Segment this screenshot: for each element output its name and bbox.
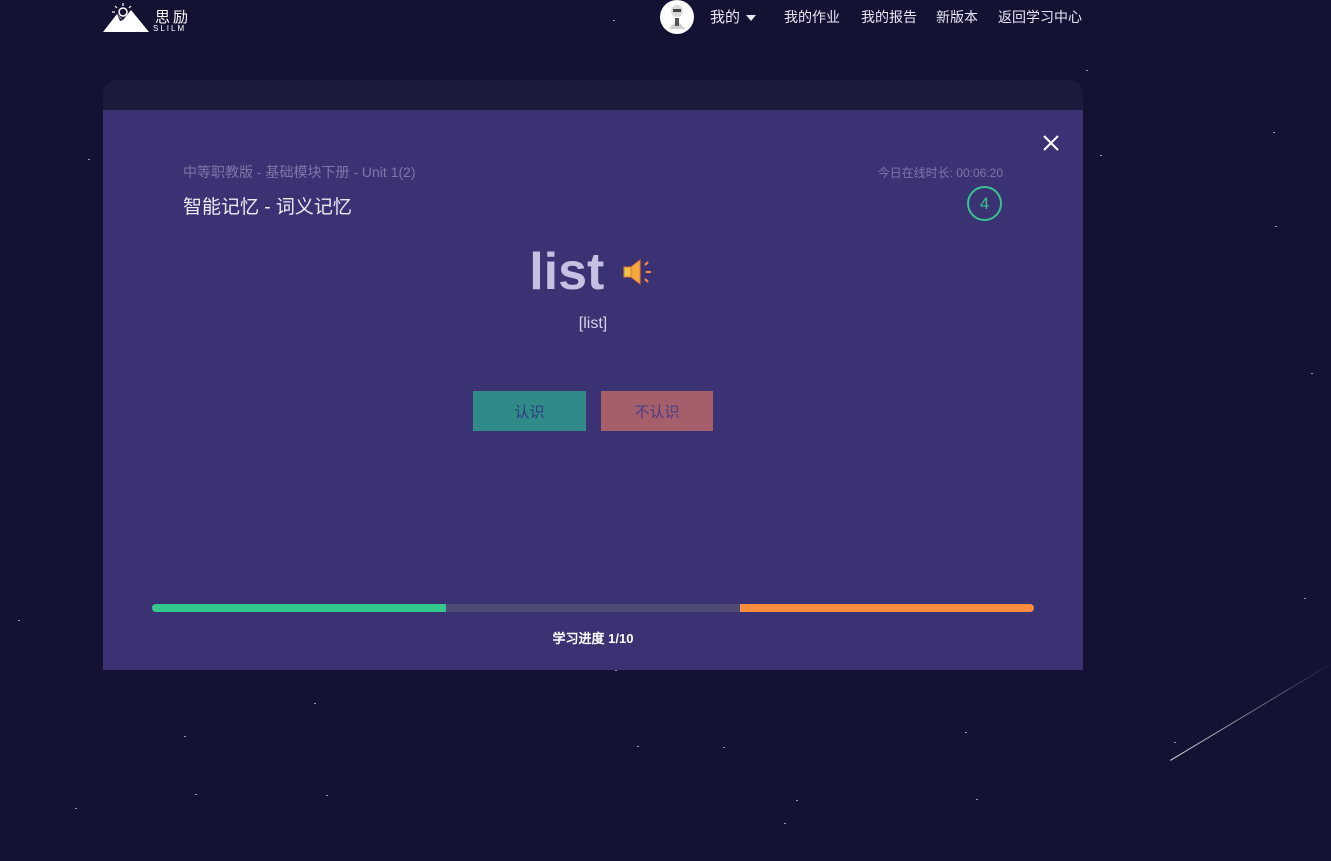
logo[interactable]: 思励 SLILM bbox=[103, 2, 195, 34]
close-button[interactable] bbox=[1040, 132, 1062, 154]
nav-my-homework[interactable]: 我的作业 bbox=[784, 7, 840, 27]
logo-english: SLILM bbox=[153, 24, 187, 33]
breadcrumb: 中等职教版 - 基础模块下册 - Unit 1(2) bbox=[183, 164, 416, 180]
star bbox=[1174, 742, 1176, 743]
star bbox=[796, 800, 798, 801]
star bbox=[1275, 226, 1277, 227]
star bbox=[18, 620, 20, 621]
star bbox=[314, 703, 316, 704]
progress-unknown-segment bbox=[740, 604, 1034, 612]
avatar[interactable] bbox=[660, 0, 694, 34]
my-menu-label: 我的 bbox=[710, 9, 741, 26]
star bbox=[1273, 132, 1275, 133]
star bbox=[1304, 598, 1306, 599]
study-card: 中等职教版 - 基础模块下册 - Unit 1(2) 智能记忆 - 词义记忆 今… bbox=[103, 110, 1083, 670]
speaker-button[interactable] bbox=[621, 254, 657, 290]
card-header-bar bbox=[103, 80, 1083, 110]
word-row: list bbox=[103, 242, 1083, 302]
speaker-icon bbox=[623, 258, 651, 286]
avatar-icon bbox=[669, 5, 685, 29]
star bbox=[723, 747, 725, 748]
star bbox=[615, 670, 617, 671]
mode-title: 智能记忆 - 词义记忆 bbox=[183, 197, 352, 218]
star bbox=[326, 795, 328, 796]
nav-my-report[interactable]: 我的报告 bbox=[861, 7, 917, 27]
star bbox=[195, 794, 197, 795]
star bbox=[965, 732, 967, 733]
nav-new-version[interactable]: 新版本 bbox=[936, 7, 978, 27]
mountain-sun-icon bbox=[103, 3, 149, 32]
star bbox=[75, 808, 77, 809]
nav-back-to-learning-center[interactable]: 返回学习中心 bbox=[998, 7, 1082, 27]
page: 思励 SLILM 我的 我的作业 我的报告 新版本 返回学习中心 中等职教版 -… bbox=[0, 0, 1331, 861]
progress-label: 学习进度 1/10 bbox=[552, 631, 634, 646]
star bbox=[1311, 373, 1313, 374]
star bbox=[1086, 70, 1088, 71]
countdown-counter: 4 bbox=[967, 186, 1002, 221]
word: list bbox=[529, 243, 605, 301]
star bbox=[88, 159, 90, 160]
star bbox=[1100, 155, 1102, 156]
star bbox=[637, 746, 639, 747]
dont-know-button[interactable]: 不认识 bbox=[601, 391, 713, 431]
online-time: 今日在线时长: 00:06:20 bbox=[877, 166, 1003, 180]
star bbox=[784, 823, 786, 824]
star bbox=[976, 799, 978, 800]
know-button[interactable]: 认识 bbox=[473, 391, 586, 431]
close-icon bbox=[1043, 135, 1059, 151]
phonetic: [list] bbox=[578, 315, 608, 332]
caret-down-icon bbox=[746, 15, 757, 22]
shooting-star bbox=[1170, 662, 1331, 761]
my-menu[interactable]: 我的 bbox=[710, 6, 757, 27]
top-nav: 思励 SLILM 我的 我的作业 我的报告 新版本 返回学习中心 bbox=[0, 0, 1331, 34]
star bbox=[184, 736, 186, 737]
progress-bar bbox=[152, 604, 1034, 612]
progress-learned-segment bbox=[152, 604, 446, 612]
